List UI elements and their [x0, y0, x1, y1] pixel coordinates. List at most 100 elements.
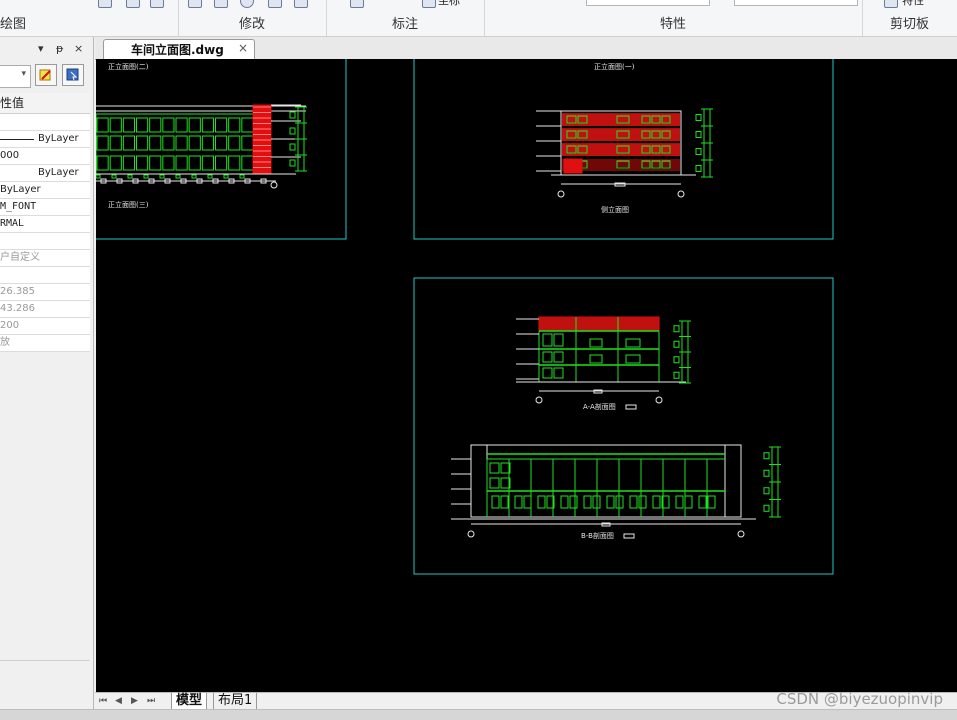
tab-model[interactable]: 模型: [171, 693, 208, 710]
ribbon-group-clipboard[interactable]: 特性 剪切板: [862, 0, 957, 36]
property-row[interactable]: M_FONT: [0, 199, 90, 216]
window-mark: [109, 117, 122, 133]
base-mark: [159, 174, 165, 179]
close-icon[interactable]: ×: [238, 41, 248, 55]
document-tab-bar: 车间立面图.dwg ×: [95, 37, 957, 60]
property-value: RMAL: [0, 218, 25, 229]
dimension-icon[interactable]: [350, 0, 364, 8]
property-row[interactable]: ByLayer: [0, 165, 90, 182]
property-row[interactable]: ByLayer: [0, 131, 90, 148]
window-mark: [553, 333, 564, 347]
property-row[interactable]: 200: [0, 318, 90, 335]
window-mark: [188, 155, 201, 171]
ribbon-group-properties[interactable]: 特性: [484, 0, 863, 36]
window-mark: [96, 155, 109, 171]
property-value: 放: [0, 337, 10, 348]
window-mark: [638, 495, 647, 509]
sheet-frame: [96, 59, 347, 240]
watermark: CSDN @biyezuopinvip: [776, 690, 943, 708]
modify-tool-icon[interactable]: [294, 0, 308, 8]
window-mark: [149, 135, 162, 151]
modify-tool-icon[interactable]: [268, 0, 282, 8]
property-row[interactable]: 000: [0, 148, 90, 165]
window-mark: [514, 495, 523, 509]
window-mark: [215, 155, 228, 171]
drawing-canvas[interactable]: 正立面图(二) 正立面图(三) 正立面图(一) 侧立面图 A-A剖面图 B-B剖面图: [96, 59, 957, 692]
window-mark: [175, 135, 188, 151]
status-bar: [0, 709, 957, 720]
ribbon-group-modify[interactable]: 修改: [178, 0, 327, 36]
close-icon[interactable]: ×: [74, 42, 83, 55]
base-mark: [239, 174, 245, 179]
property-value: ByLayer: [38, 167, 79, 178]
prev-tab-icon[interactable]: ◀: [115, 696, 122, 706]
property-row[interactable]: 26.385: [0, 284, 90, 301]
window-mark: [136, 155, 149, 171]
dim-tick: [695, 148, 702, 155]
tab-layout1[interactable]: 布局1: [213, 693, 258, 710]
axis-bubble: [655, 396, 663, 404]
property-row[interactable]: 43.286: [0, 301, 90, 318]
pin-icon[interactable]: ᵽ: [56, 42, 63, 55]
property-row[interactable]: [0, 267, 90, 284]
dim-tick: [695, 114, 702, 121]
property-value: M_FONT: [0, 201, 37, 212]
window-mark: [491, 495, 500, 509]
window-mark: [215, 117, 228, 133]
document-tab[interactable]: 车间立面图.dwg ×: [103, 39, 255, 59]
pick-objects-button[interactable]: [35, 64, 57, 86]
window-mark: [537, 495, 546, 509]
next-tab-icon[interactable]: ▶: [131, 696, 138, 706]
last-tab-icon[interactable]: ⏭: [147, 696, 155, 706]
ribbon-group-draw[interactable]: 绘图: [0, 0, 179, 36]
rotate-icon[interactable]: [240, 0, 254, 8]
axis-bubble: [467, 530, 475, 538]
coordinate-icon[interactable]: [422, 0, 436, 8]
draw-tool-icon[interactable]: [150, 0, 164, 8]
modify-tool-icon[interactable]: [188, 0, 202, 8]
window-mark: [707, 495, 716, 509]
drawing-title: 正立面图(一): [594, 62, 635, 71]
property-row[interactable]: 户自定义: [0, 250, 90, 267]
draw-tool-icon[interactable]: [126, 0, 140, 8]
property-row[interactable]: [0, 233, 90, 250]
window-mark: [136, 135, 149, 151]
dim-tick: [695, 131, 702, 138]
color-dropdown[interactable]: [586, 0, 710, 6]
window-mark: [201, 155, 215, 171]
property-row[interactable]: [0, 114, 90, 131]
object-type-select[interactable]: ▾: [0, 65, 31, 88]
properties-panel: ▾ ᵽ × ▾ 性值 ByLayer 000 ByLayer ByLayer M_FONT…: [0, 37, 94, 710]
panel-dropdown-icon[interactable]: ▾: [38, 42, 44, 55]
ribbon-group-label: 特性: [659, 17, 686, 32]
cad-drawing[interactable]: 正立面图(二) 正立面图(三) 正立面图(一) 侧立面图 A-A剖面图 B-B剖面图: [96, 59, 957, 692]
first-tab-icon[interactable]: ⏮: [99, 696, 107, 706]
window-mark: [241, 155, 254, 171]
window-mark: [175, 117, 188, 133]
property-value: ByLayer: [0, 184, 41, 195]
property-row[interactable]: RMAL: [0, 216, 90, 233]
door-mark: [625, 354, 641, 364]
property-row[interactable]: 放: [0, 335, 90, 352]
property-row[interactable]: 性值: [0, 93, 90, 114]
ribbon-group-annotate[interactable]: 坐标 标注: [326, 0, 485, 36]
window-mark: [684, 495, 693, 509]
window-mark: [241, 117, 254, 133]
drawing-title: 正立面图(三): [108, 200, 149, 209]
linetype-dropdown[interactable]: [734, 0, 858, 6]
scale-mark: [623, 533, 635, 539]
property-row[interactable]: ByLayer: [0, 182, 90, 199]
window-mark: [241, 135, 254, 151]
door-mark: [625, 338, 641, 348]
drawing-title: B-B剖面图: [581, 531, 614, 540]
quick-select-button[interactable]: [62, 64, 84, 86]
window-mark: [553, 367, 564, 379]
window-mark: [188, 117, 201, 133]
base-mark: [223, 174, 229, 179]
draw-tool-icon[interactable]: [98, 0, 112, 8]
paste-icon[interactable]: [884, 0, 898, 8]
window-mark: [560, 495, 569, 509]
coordinate-label[interactable]: 坐标: [438, 0, 460, 8]
modify-tool-icon[interactable]: [214, 0, 228, 8]
clipboard-properties-label[interactable]: 特性: [902, 0, 924, 8]
